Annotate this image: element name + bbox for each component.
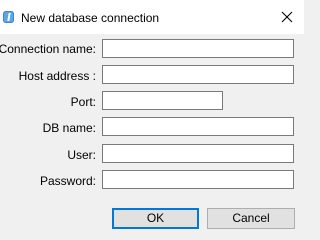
- close-icon: [281, 11, 293, 23]
- db-name-input[interactable]: [102, 117, 294, 136]
- user-input[interactable]: [102, 144, 294, 163]
- close-button[interactable]: [280, 10, 294, 24]
- window-title: New database connection: [21, 11, 160, 25]
- port-label: Port:: [70, 95, 96, 109]
- host-address-input[interactable]: [102, 65, 294, 84]
- password-input[interactable]: [102, 170, 294, 189]
- host-address-label: Host address :: [18, 69, 96, 83]
- db-name-label: DB name:: [42, 121, 96, 135]
- ok-button[interactable]: OK: [112, 208, 199, 229]
- user-label: User:: [67, 148, 96, 162]
- cancel-button[interactable]: Cancel: [207, 208, 295, 229]
- connection-name-input[interactable]: [102, 39, 294, 58]
- password-label: Password:: [39, 174, 96, 188]
- app-icon: [3, 11, 14, 23]
- title-bar: New database connection: [0, 0, 304, 34]
- new-database-connection-dialog: New database connection Connection name:…: [0, 0, 304, 240]
- connection-name-label: Connection name:: [0, 42, 96, 56]
- port-input[interactable]: [102, 91, 223, 110]
